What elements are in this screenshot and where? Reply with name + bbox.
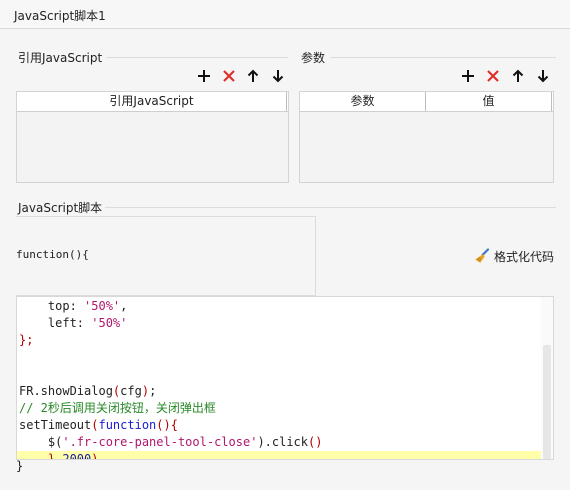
code-line[interactable]: $('.fr-core-panel-tool-close').click() <box>17 434 541 451</box>
ref-delete-button[interactable] <box>221 68 237 84</box>
x-icon <box>487 70 499 82</box>
function-signature: function(){ <box>16 248 89 261</box>
code-token: , <box>120 299 128 313</box>
window-title: JavaScript脚本1 <box>14 9 106 23</box>
function-header-box: function(){ <box>16 216 316 296</box>
code-line[interactable]: left: '50%' <box>17 315 541 332</box>
script-section-label: JavaScript脚本 <box>18 201 103 215</box>
scrollbar-thumb[interactable] <box>543 345 551 459</box>
params-delete-button[interactable] <box>485 68 501 84</box>
params-table[interactable]: 参数 值 <box>299 91 554 183</box>
ref-move-down-button[interactable] <box>270 68 286 84</box>
arrow-up-icon <box>247 69 259 82</box>
ref-table-header: 引用JavaScript <box>17 92 288 112</box>
params-move-down-button[interactable] <box>535 68 551 84</box>
code-token: ) <box>141 384 150 398</box>
format-code-label: 格式化代码 <box>494 249 555 264</box>
plus-icon <box>462 70 474 82</box>
ref-column-header[interactable]: 引用JavaScript <box>17 92 287 111</box>
param-value-column-header[interactable]: 值 <box>426 92 552 111</box>
code-token: FR.showDialog <box>19 384 113 398</box>
code-token: ; <box>149 384 157 398</box>
ref-move-up-button[interactable] <box>245 68 261 84</box>
code-token: function <box>98 418 157 432</box>
code-token: '50%' <box>84 299 121 313</box>
code-line[interactable]: // 2秒后调用关闭按钮，关闭弹出框 <box>17 400 541 417</box>
code-token: $( <box>19 435 63 449</box>
code-token: }, <box>19 452 63 460</box>
code-line[interactable]: },2000) <box>17 451 541 460</box>
code-token: setTimeout <box>19 418 92 432</box>
window-titlebar: JavaScript脚本1 <box>0 0 570 29</box>
arrow-down-icon <box>537 70 549 83</box>
script-section-divider <box>105 207 556 208</box>
x-icon <box>223 70 235 82</box>
ref-section-label: 引用JavaScript <box>18 51 103 65</box>
code-line[interactable]: FR.showDialog(cfg); <box>17 383 541 400</box>
code-area[interactable]: top: '50%', left: '50%'}; FR.showDialog(c… <box>17 297 553 459</box>
ref-add-button[interactable] <box>196 68 212 84</box>
plus-icon <box>198 70 210 82</box>
code-token: left: <box>19 316 92 330</box>
code-token: ).click <box>257 435 309 449</box>
params-move-up-button[interactable] <box>510 68 526 84</box>
code-token: cfg <box>120 384 142 398</box>
code-line[interactable] <box>17 349 541 366</box>
code-line[interactable] <box>17 366 541 383</box>
code-editor[interactable]: top: '50%', left: '50%'}; FR.showDialog(c… <box>16 296 554 460</box>
broom-icon <box>475 248 490 263</box>
code-token: }; <box>19 333 34 347</box>
code-line[interactable]: top: '50%', <box>17 298 541 315</box>
code-line[interactable]: setTimeout(function(){ <box>17 417 541 434</box>
code-token: () <box>308 435 323 449</box>
params-section-divider <box>330 57 556 58</box>
code-token: // 2秒后调用关闭按钮，关闭弹出框 <box>19 401 216 415</box>
ref-section-divider <box>106 57 288 58</box>
code-token: '.fr-core-panel-tool-close' <box>62 435 258 449</box>
editor-scrollbar[interactable] <box>541 297 553 459</box>
code-token: top: <box>19 299 85 313</box>
params-table-header: 参数 值 <box>300 92 553 112</box>
params-section-label: 参数 <box>301 51 326 65</box>
arrow-down-icon <box>272 70 284 83</box>
param-name-column-header[interactable]: 参数 <box>300 92 426 111</box>
ref-table[interactable]: 引用JavaScript <box>16 91 289 183</box>
format-code-button[interactable]: 格式化代码 <box>474 247 554 265</box>
code-token: '50%' <box>91 316 128 330</box>
params-add-button[interactable] <box>460 68 476 84</box>
function-closing-brace: } <box>16 459 24 473</box>
code-token: ) <box>91 452 99 460</box>
arrow-up-icon <box>512 69 524 82</box>
code-token: 2000 <box>62 452 92 460</box>
code-line[interactable]: }; <box>17 332 541 349</box>
code-token: (){ <box>156 418 178 432</box>
